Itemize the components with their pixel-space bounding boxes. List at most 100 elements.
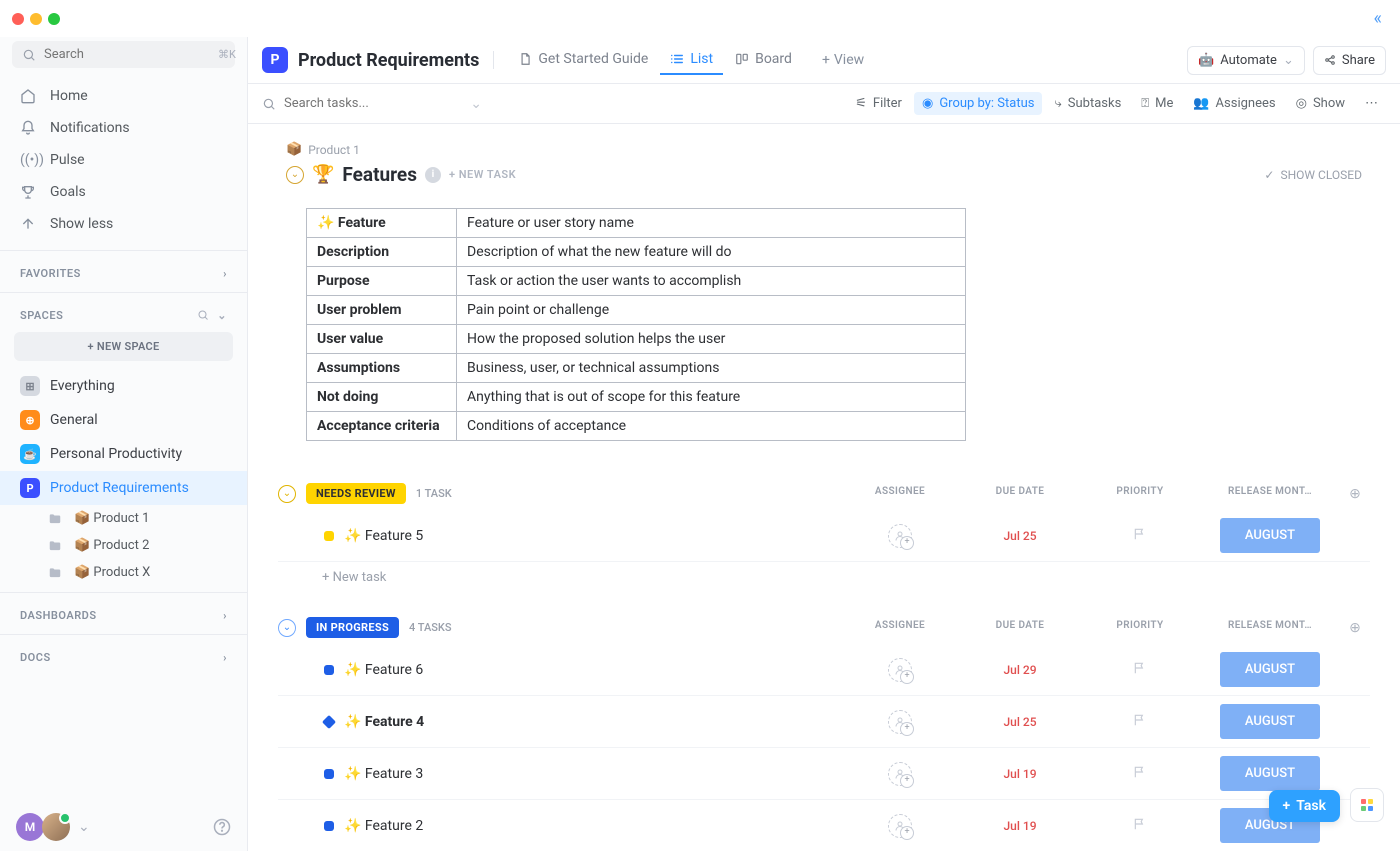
nav-show-less[interactable]: Show less [0, 208, 247, 240]
space-general[interactable]: ⊕General [0, 403, 247, 437]
docs-header[interactable]: DOCS › [0, 641, 247, 670]
task-status-dot[interactable] [324, 769, 334, 779]
help-icon[interactable] [213, 818, 231, 836]
close-traffic-light[interactable] [12, 13, 24, 25]
space-personal-productivity[interactable]: ☕Personal Productivity [0, 437, 247, 471]
column-header[interactable]: RELEASE MONT… [1200, 620, 1340, 636]
add-assignee-icon[interactable] [888, 814, 912, 838]
maximize-traffic-light[interactable] [48, 13, 60, 25]
assignees-button[interactable]: 👥Assignees [1185, 92, 1283, 115]
add-column-button[interactable]: ⊕ [1340, 620, 1370, 636]
priority-cell[interactable] [1080, 817, 1200, 835]
priority-cell[interactable] [1080, 765, 1200, 783]
share-button[interactable]: Share [1313, 46, 1386, 75]
task-status-dot[interactable] [322, 714, 336, 728]
task-row[interactable]: ✨ Feature 3 Jul 19 AUGUST [278, 748, 1370, 800]
tab-get-started-guide[interactable]: Get Started Guide [508, 45, 658, 75]
groupby-button[interactable]: ◉Group by: Status [914, 92, 1043, 115]
add-assignee-icon[interactable] [888, 710, 912, 734]
minimize-traffic-light[interactable] [30, 13, 42, 25]
task-row[interactable]: ✨ Feature 4 Jul 25 AUGUST [278, 696, 1370, 748]
apps-button[interactable] [1350, 788, 1384, 822]
priority-cell[interactable] [1080, 527, 1200, 545]
task-status-dot[interactable] [324, 821, 334, 831]
collapse-group-icon[interactable]: ⌄ [278, 619, 296, 637]
user-avatar-photo[interactable] [42, 813, 70, 841]
show-button[interactable]: ◎Show [1288, 92, 1353, 115]
task-status-dot[interactable] [324, 531, 334, 541]
task-name[interactable]: ✨ Feature 6 [344, 662, 423, 678]
task-row[interactable]: ✨ Feature 6 Jul 29 AUGUST [278, 644, 1370, 696]
global-search[interactable]: ⌘K [12, 41, 235, 68]
column-header[interactable]: DUE DATE [960, 620, 1080, 636]
due-date-cell[interactable]: Jul 19 [960, 767, 1080, 781]
subtasks-button[interactable]: ⤷Subtasks [1046, 92, 1129, 115]
nav-pulse[interactable]: ((•))Pulse [0, 144, 247, 176]
tab-list[interactable]: List [660, 45, 723, 75]
collapse-group-icon[interactable]: ⌄ [278, 485, 296, 503]
assignee-cell[interactable] [840, 658, 960, 682]
show-closed-button[interactable]: ✓ SHOW CLOSED [1264, 168, 1362, 182]
space-product-requirements[interactable]: PProduct Requirements [0, 471, 247, 505]
column-header[interactable]: PRIORITY [1080, 486, 1200, 502]
due-date-cell[interactable]: Jul 19 [960, 819, 1080, 833]
column-header[interactable]: ASSIGNEE [840, 620, 960, 636]
assignee-cell[interactable] [840, 762, 960, 786]
folder-item[interactable]: 📦 Product 2 [0, 532, 247, 559]
favorites-header[interactable]: FAVORITES › [0, 257, 247, 286]
chevron-down-icon[interactable]: ⌄ [217, 309, 227, 322]
due-date-cell[interactable]: Jul 25 [960, 529, 1080, 543]
folder-item[interactable]: 📦 Product X [0, 559, 247, 586]
task-name[interactable]: ✨ Feature 4 [344, 714, 424, 730]
group-status-pill[interactable]: IN PROGRESS [306, 617, 399, 638]
due-date-cell[interactable]: Jul 25 [960, 715, 1080, 729]
new-task-line[interactable]: + New task [278, 562, 1370, 593]
search-spaces-icon[interactable] [197, 309, 209, 322]
add-assignee-icon[interactable] [888, 658, 912, 682]
new-task-header-button[interactable]: + NEW TASK [449, 168, 516, 181]
collapse-sidebar-icon[interactable]: « [1374, 8, 1382, 29]
nav-home[interactable]: Home [0, 80, 247, 112]
search-input[interactable] [44, 47, 210, 62]
release-cell[interactable]: AUGUST [1200, 652, 1340, 687]
assignee-cell[interactable] [840, 814, 960, 838]
chevron-down-icon[interactable]: ⌄ [470, 96, 482, 112]
space-everything[interactable]: ⊞Everything [0, 369, 247, 403]
task-name[interactable]: ✨ Feature 3 [344, 766, 423, 782]
column-header[interactable]: DUE DATE [960, 486, 1080, 502]
automate-button[interactable]: 🤖 Automate ⌄ [1187, 46, 1305, 75]
add-assignee-icon[interactable] [888, 524, 912, 548]
folder-item[interactable]: 📦 Product 1 [0, 505, 247, 532]
task-name[interactable]: ✨ Feature 2 [344, 818, 423, 834]
add-column-button[interactable]: ⊕ [1340, 486, 1370, 502]
new-task-fab[interactable]: + Task [1269, 790, 1340, 822]
add-view-button[interactable]: +View [812, 46, 874, 74]
add-assignee-icon[interactable] [888, 762, 912, 786]
search-tasks[interactable]: ⌄ [262, 96, 482, 112]
user-avatar[interactable]: M [16, 813, 44, 841]
more-icon[interactable]: ⋯ [1357, 92, 1386, 115]
nav-goals[interactable]: Goals [0, 176, 247, 208]
me-button[interactable]: ⍰Me [1133, 92, 1181, 115]
new-space-button[interactable]: + NEW SPACE [14, 332, 233, 361]
column-header[interactable]: PRIORITY [1080, 620, 1200, 636]
task-name[interactable]: ✨ Feature 5 [344, 528, 423, 544]
task-status-dot[interactable] [324, 665, 334, 675]
assignee-cell[interactable] [840, 524, 960, 548]
task-row[interactable]: ✨ Feature 5 Jul 25 AUGUST [278, 510, 1370, 562]
collapse-list-icon[interactable]: ⌄ [286, 166, 304, 184]
column-header[interactable]: RELEASE MONT… [1200, 486, 1340, 502]
tab-board[interactable]: Board [725, 45, 802, 75]
release-cell[interactable]: AUGUST [1200, 756, 1340, 791]
nav-notifications[interactable]: Notifications [0, 112, 247, 144]
due-date-cell[interactable]: Jul 29 [960, 663, 1080, 677]
assignee-cell[interactable] [840, 710, 960, 734]
breadcrumb[interactable]: Product 1 [308, 143, 360, 157]
filter-button[interactable]: ⚟Filter [847, 92, 910, 115]
priority-cell[interactable] [1080, 713, 1200, 731]
priority-cell[interactable] [1080, 661, 1200, 679]
column-header[interactable]: ASSIGNEE [840, 486, 960, 502]
search-tasks-input[interactable] [284, 96, 462, 111]
dashboards-header[interactable]: DASHBOARDS › [0, 599, 247, 628]
content-scroll[interactable]: 📦 Product 1 ⌄ 🏆 Features i + NEW TASK ✓ … [248, 124, 1400, 851]
